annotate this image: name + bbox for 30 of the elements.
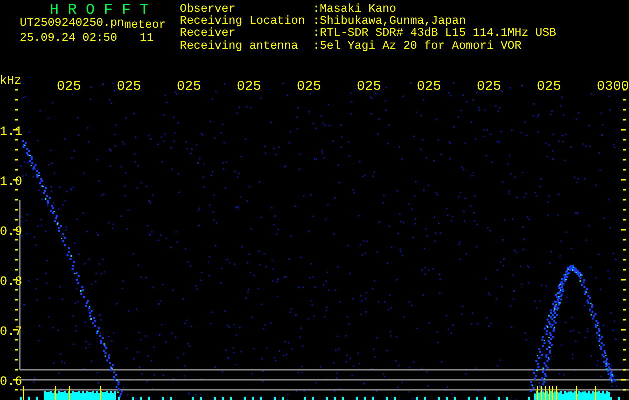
frequency-label: 1.0 (0, 175, 23, 189)
axis-unit: kHz (0, 74, 22, 88)
frequency-label: 0.6 (0, 375, 23, 389)
date-time: 25.09.24 02:50 (20, 33, 118, 46)
time-label: 025 (297, 80, 322, 95)
time-label: 025 (357, 80, 382, 95)
field-label: Observer (180, 4, 236, 16)
field-label: Receiver (180, 28, 237, 40)
category-label: meteor (124, 20, 166, 32)
file-name: UT2509240250.pn (20, 18, 124, 30)
time-label: 025 (117, 80, 142, 95)
app-title: H R O F F T (50, 4, 150, 18)
time-label: 025 (177, 80, 202, 95)
field-value: :5el Yagi Az 20 for Aomori VOR (313, 40, 522, 53)
time-label: 0300 (597, 80, 629, 95)
time-label: 025 (477, 80, 502, 95)
time-label: 025 (537, 80, 562, 95)
frequency-label: 0.9 (0, 225, 23, 239)
frequency-label: 1.1 (0, 125, 23, 139)
time-label: 025 (237, 80, 262, 95)
field-value: :Shibukawa,Gunma,Japan (313, 16, 466, 28)
time-label: 025 (417, 80, 442, 95)
field-label: Receiving Location (180, 16, 306, 28)
field-value: :Masaki Kano (313, 4, 396, 16)
echo-count: 11 (140, 33, 154, 46)
time-label: 025 (57, 80, 82, 95)
field-label: Receiving antenna (180, 40, 300, 53)
field-value: :RTL-SDR SDR# 43dB L15 114.1MHz USB (313, 28, 557, 40)
frequency-label: 0.8 (0, 275, 23, 289)
frequency-label: 0.7 (0, 325, 23, 339)
